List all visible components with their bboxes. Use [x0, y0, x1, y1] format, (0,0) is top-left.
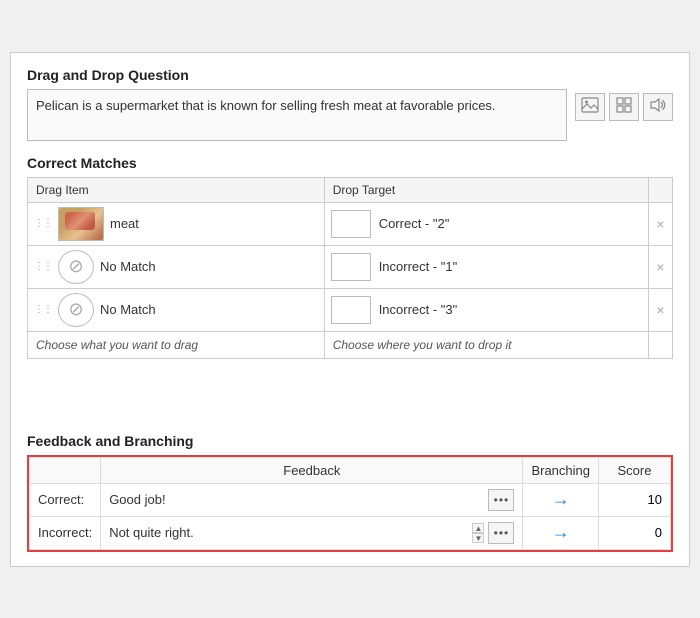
drag-handle-3[interactable]: ⋮⋮	[34, 304, 52, 315]
main-panel: Drag and Drop Question Pelican is a supe…	[10, 52, 690, 567]
empty-space	[27, 359, 673, 419]
incorrect-label: Incorrect:	[30, 516, 101, 549]
drop-box-2[interactable]	[331, 253, 371, 281]
image-icon-btn[interactable]	[575, 93, 605, 121]
no-match-icon-3: ⊘	[58, 293, 94, 327]
incorrect-dots-btn[interactable]: •••	[488, 522, 514, 544]
correct-matches-section: Correct Matches Drag Item Drop Target ⋮⋮	[27, 155, 673, 419]
hint-drop: Choose where you want to drop it	[324, 331, 648, 358]
feedback-correct-row: Correct: ••• → 10	[30, 483, 671, 516]
drag-label-1: meat	[110, 216, 139, 231]
feedback-table-wrapper: Feedback Branching Score Correct: •••	[27, 455, 673, 552]
correct-dots-btn[interactable]: •••	[488, 489, 514, 511]
hint-remove	[649, 331, 673, 358]
drop-target-cell-2: Incorrect - "1"	[324, 245, 648, 288]
grid-icon-btn[interactable]	[609, 93, 639, 121]
incorrect-branching-arrow[interactable]: →	[531, 522, 590, 543]
drag-label-3: No Match	[100, 302, 156, 317]
incorrect-score-cell: 0	[599, 516, 671, 549]
remove-btn-2[interactable]: ×	[655, 259, 666, 275]
correct-score-cell: 10	[599, 483, 671, 516]
drop-box-3[interactable]	[331, 296, 371, 324]
incorrect-branching-cell: →	[523, 516, 599, 549]
remove-cell-1: ×	[649, 202, 673, 245]
audio-icon	[649, 97, 667, 116]
question-section: Drag and Drop Question Pelican is a supe…	[27, 67, 673, 141]
question-title: Drag and Drop Question	[27, 67, 673, 83]
feedback-section: Feedback and Branching Feedback Branchin…	[27, 433, 673, 552]
meat-image	[59, 208, 103, 240]
col-remove-header	[649, 177, 673, 202]
feedback-incorrect-row: Incorrect: ▲ ▼ •••	[30, 516, 671, 549]
correct-matches-title: Correct Matches	[27, 155, 673, 171]
drop-target-cell-3: Incorrect - "3"	[324, 288, 648, 331]
correct-feedback-cell: •••	[101, 483, 523, 516]
hint-row: Choose what you want to drag Choose wher…	[28, 331, 673, 358]
table-row: ⋮⋮ ⊘ No Match Incorrect - "1" ×	[28, 245, 673, 288]
drag-item-cell-3: ⋮⋮ ⊘ No Match	[28, 288, 325, 331]
feedback-title: Feedback and Branching	[27, 433, 673, 449]
spin-down[interactable]: ▼	[472, 533, 484, 543]
col-drop-header: Drop Target	[324, 177, 648, 202]
remove-cell-2: ×	[649, 245, 673, 288]
table-row: ⋮⋮ ⊘ No Match Incorrect - "3" ×	[28, 288, 673, 331]
incorrect-score-value: 0	[655, 525, 662, 540]
drop-label-3: Incorrect - "3"	[379, 302, 458, 317]
table-row: ⋮⋮ meat Correct - "2"	[28, 202, 673, 245]
col-drag-header: Drag Item	[28, 177, 325, 202]
correct-branching-cell: →	[523, 483, 599, 516]
no-match-icon-2: ⊘	[58, 250, 94, 284]
incorrect-feedback-cell: ▲ ▼ •••	[101, 516, 523, 549]
question-icon-group	[575, 89, 673, 121]
drag-handle-1[interactable]: ⋮⋮	[34, 218, 52, 229]
th-feedback: Feedback	[101, 457, 523, 483]
question-area: Pelican is a supermarket that is known f…	[27, 89, 673, 141]
correct-label: Correct:	[30, 483, 101, 516]
remove-btn-1[interactable]: ×	[655, 216, 666, 232]
drag-handle-2[interactable]: ⋮⋮	[34, 261, 52, 272]
remove-btn-3[interactable]: ×	[655, 302, 666, 318]
drag-label-2: No Match	[100, 259, 156, 274]
matches-table: Drag Item Drop Target ⋮⋮ meat	[27, 177, 673, 359]
remove-cell-3: ×	[649, 288, 673, 331]
drop-box-1[interactable]	[331, 210, 371, 238]
correct-feedback-input[interactable]	[109, 492, 484, 507]
th-branching: Branching	[523, 457, 599, 483]
drop-label-2: Incorrect - "1"	[379, 259, 458, 274]
th-label	[30, 457, 101, 483]
feedback-table: Feedback Branching Score Correct: •••	[29, 457, 671, 550]
image-icon	[581, 97, 599, 116]
drag-item-cell-1: ⋮⋮ meat	[28, 202, 325, 245]
drop-target-cell-1: Correct - "2"	[324, 202, 648, 245]
feedback-header-row: Feedback Branching Score	[30, 457, 671, 483]
correct-branching-arrow[interactable]: →	[531, 489, 590, 510]
incorrect-feedback-input[interactable]	[109, 525, 484, 540]
drop-label-1: Correct - "2"	[379, 216, 450, 231]
audio-icon-btn[interactable]	[643, 93, 673, 121]
drag-item-cell-2: ⋮⋮ ⊘ No Match	[28, 245, 325, 288]
th-score: Score	[599, 457, 671, 483]
meat-thumbnail	[58, 207, 104, 241]
spin-up[interactable]: ▲	[472, 523, 484, 533]
correct-score-value: 10	[648, 492, 662, 507]
question-text: Pelican is a supermarket that is known f…	[27, 89, 567, 141]
grid-icon	[616, 97, 632, 116]
hint-drag: Choose what you want to drag	[28, 331, 325, 358]
